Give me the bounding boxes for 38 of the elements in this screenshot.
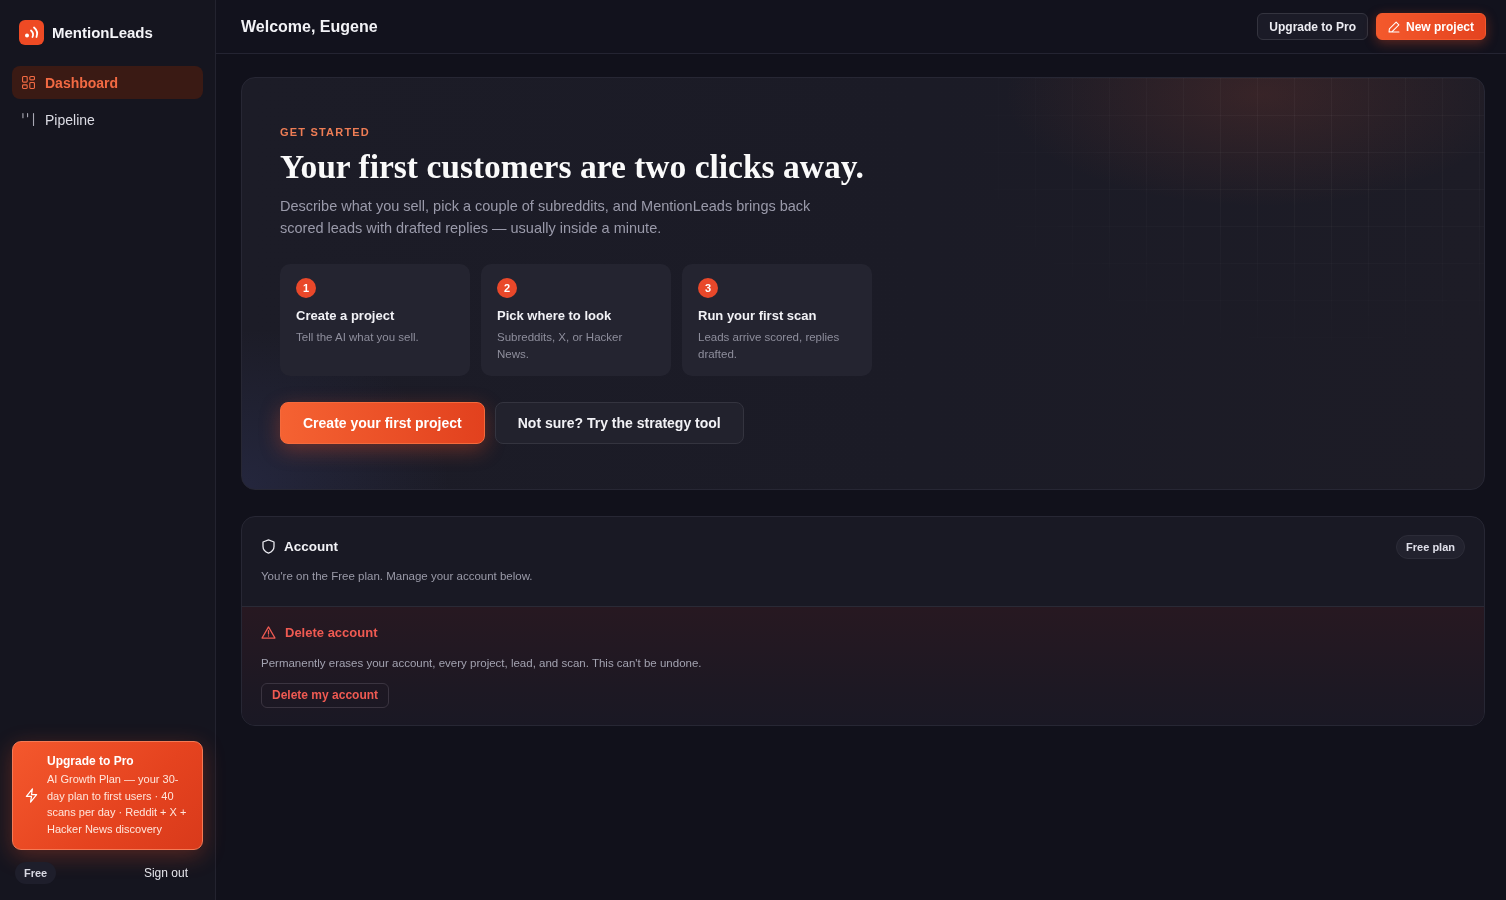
hero-description: Describe what you sell, pick a couple of subreddits, and MentionLeads brings back scored leads with drafted replies — usually inside a minute.: [280, 196, 812, 238]
danger-title: Delete account: [285, 624, 378, 640]
page-title: Welcome, Eugene: [241, 17, 378, 36]
account-description: You're on the Free plan. Manage your account below.: [261, 569, 534, 582]
shield-icon: [262, 539, 275, 554]
step-title: Create a project: [296, 307, 395, 323]
sidebar-nav-item[interactable]: Dashboard: [12, 66, 203, 99]
upgrade-title: Upgrade to Pro: [47, 754, 135, 768]
step-number: 2: [497, 277, 517, 298]
step-description: Leads arrive scored, replies drafted.: [698, 329, 841, 362]
strategy-tool-button[interactable]: Not sure? Try the strategy tool: [494, 401, 744, 444]
upgrade-card[interactable]: Upgrade to Pro AI Growth Plan — your 30-day plan to first users · 40 scans per day · Reddit + X + Hacker News discovery: [12, 741, 203, 850]
upgrade-description: AI Growth Plan — your 30-day plan to first users · 40 scans per day · Reddit + X + Hacker News discovery: [47, 772, 188, 837]
pipeline-icon: [22, 113, 35, 126]
sidebar-nav-item[interactable]: Pipeline: [12, 103, 203, 136]
dashboard-icon: [22, 76, 35, 89]
sign-out-button[interactable]: Sign out: [143, 866, 200, 880]
brand-name: MentionLeads: [52, 24, 153, 41]
danger-description: Permanently erases your account, every project, lead, and scan. This can't be undone.: [261, 656, 702, 669]
step-number: 3: [698, 277, 718, 298]
pencil-icon: [1388, 20, 1400, 33]
new-project-button[interactable]: New project: [1376, 13, 1486, 40]
delete-account-button[interactable]: Delete my account: [261, 682, 390, 708]
logo-icon: [19, 20, 44, 45]
step-number: 1: [296, 277, 316, 298]
account-title: Account: [284, 539, 338, 554]
plan-badge: Free plan: [1396, 534, 1465, 559]
plan-badge: Free: [15, 862, 57, 884]
step-description: Subreddits, X, or Hacker News.: [497, 329, 624, 362]
warning-icon: [261, 625, 276, 639]
hero-heading: Your first customers are two clicks away.: [280, 148, 864, 187]
step-title: Run your first scan: [698, 307, 817, 323]
step-title: Pick where to look: [497, 307, 612, 323]
upgrade-button[interactable]: Upgrade to Pro: [1257, 13, 1368, 40]
eyebrow-label: GET STARTED: [280, 126, 370, 138]
step-description: Tell the AI what you sell.: [296, 329, 419, 345]
create-project-button[interactable]: Create your first project: [280, 401, 485, 444]
lightning-icon: [25, 788, 38, 803]
